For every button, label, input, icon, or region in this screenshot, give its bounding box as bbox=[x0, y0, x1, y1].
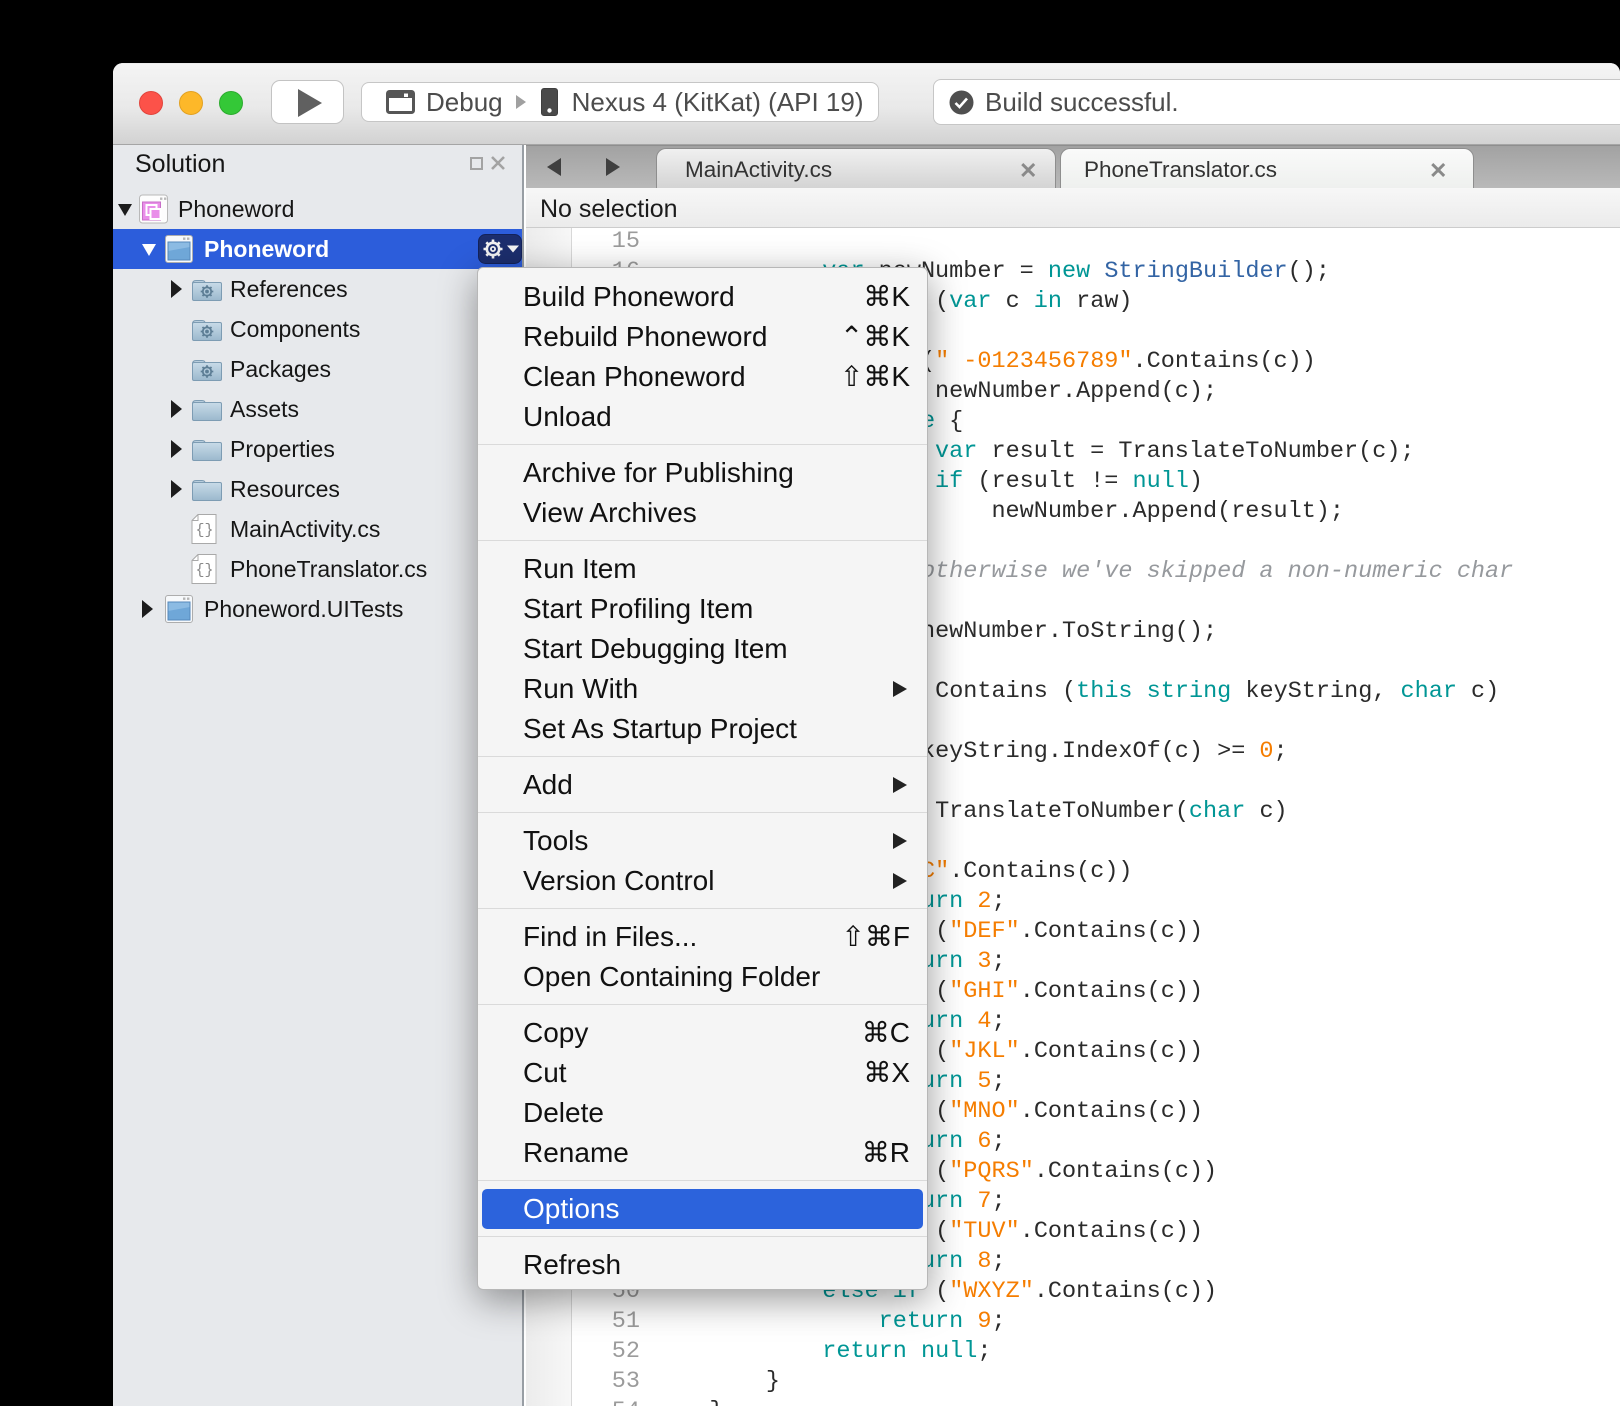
svg-text:{}: {} bbox=[195, 522, 213, 539]
svg-text:{}: {} bbox=[195, 562, 213, 579]
